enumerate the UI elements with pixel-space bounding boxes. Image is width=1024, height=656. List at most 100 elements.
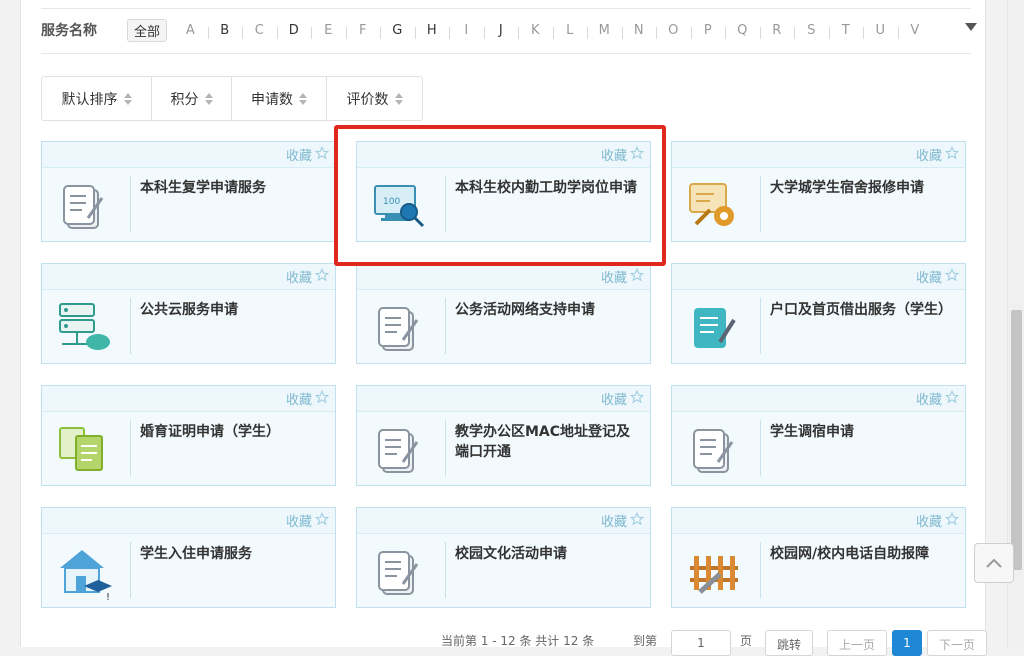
star-icon[interactable] xyxy=(629,267,645,286)
service-card[interactable]: 收藏 教学办公区MAC地址登记及端口开通 xyxy=(356,385,651,486)
star-icon[interactable] xyxy=(629,389,645,408)
sort-default-button[interactable]: 默认排序 xyxy=(42,77,152,120)
sort-arrows-icon xyxy=(394,92,403,105)
service-card[interactable]: 收藏 公务活动网络支持申请 xyxy=(356,263,651,364)
service-card[interactable]: 收藏 校园文化活动申请 xyxy=(356,507,651,608)
filter-letter-d[interactable]: D xyxy=(276,23,312,39)
page-number-input[interactable]: 1 xyxy=(671,630,731,656)
service-card[interactable]: 收藏 学生调宿申请 xyxy=(671,385,966,486)
favorite-label[interactable]: 收藏 xyxy=(601,389,627,408)
sort-arrows-icon xyxy=(204,92,213,105)
scrollbar-thumb[interactable] xyxy=(1011,310,1022,570)
favorite-label[interactable]: 收藏 xyxy=(601,267,627,286)
card-title[interactable]: 校园网/校内电话自助报障 xyxy=(770,544,958,564)
card-body: 户口及首页借出服务（学生） xyxy=(672,290,965,363)
filter-letter-g[interactable]: G xyxy=(380,23,415,39)
filter-letter-q[interactable]: Q xyxy=(725,23,760,39)
favorite-label[interactable]: 收藏 xyxy=(286,267,312,286)
service-card[interactable]: 收藏 100 本科生校内勤工助学岗位申请 xyxy=(356,141,651,242)
filter-letter-i[interactable]: I xyxy=(449,23,484,39)
filter-letter-b[interactable]: B xyxy=(207,23,243,39)
card-title[interactable]: 校园文化活动申请 xyxy=(455,544,643,564)
star-icon[interactable] xyxy=(944,511,960,530)
filter-letter-e[interactable]: E xyxy=(311,23,346,39)
card-title[interactable]: 教学办公区MAC地址登记及端口开通 xyxy=(455,422,643,462)
service-card[interactable]: 收藏 大学城学生宿舍报修申请 xyxy=(671,141,966,242)
service-card[interactable]: 收藏 婚育证明申请（学生） xyxy=(41,385,336,486)
filter-letter-u[interactable]: U xyxy=(863,23,898,39)
card-title[interactable]: 学生调宿申请 xyxy=(770,422,958,442)
filter-all-button[interactable]: 全部 xyxy=(127,18,168,42)
star-icon[interactable] xyxy=(629,511,645,530)
favorite-label[interactable]: 收藏 xyxy=(916,145,942,164)
filter-letter-r[interactable]: R xyxy=(759,23,795,39)
star-icon[interactable] xyxy=(314,145,330,164)
filter-letter-t[interactable]: T xyxy=(828,23,864,39)
back-to-top-button[interactable] xyxy=(974,543,1014,583)
filter-letter-l[interactable]: L xyxy=(552,23,588,39)
card-header: 收藏 xyxy=(357,508,650,534)
filter-letter-a[interactable]: A xyxy=(173,23,208,38)
filter-letter-v[interactable]: V xyxy=(897,23,933,39)
card-divider xyxy=(445,420,446,476)
service-card[interactable]: 收藏 本科生复学申请服务 xyxy=(41,141,336,242)
filter-letter-j[interactable]: J xyxy=(483,23,519,39)
favorite-label[interactable]: 收藏 xyxy=(916,389,942,408)
card-title[interactable]: 公务活动网络支持申请 xyxy=(455,300,643,320)
star-icon[interactable] xyxy=(944,145,960,164)
star-icon[interactable] xyxy=(944,267,960,286)
card-body: 校园网/校内电话自助报障 xyxy=(672,534,965,607)
card-title[interactable]: 本科生校内勤工助学岗位申请 xyxy=(455,178,643,198)
next-page-button[interactable]: 下一页 xyxy=(927,630,987,656)
card-divider xyxy=(445,542,446,598)
favorite-label[interactable]: 收藏 xyxy=(601,511,627,530)
card-header: 收藏 xyxy=(357,264,650,290)
filter-letter-s[interactable]: S xyxy=(794,23,829,39)
monitor-magnifier-icon: 100 xyxy=(369,176,429,236)
sort-points-button[interactable]: 积分 xyxy=(152,77,232,120)
filter-letter-c[interactable]: C xyxy=(242,23,277,39)
filter-letter-n[interactable]: N xyxy=(621,23,657,39)
jump-button[interactable]: 跳转 xyxy=(765,630,813,656)
filter-letter-f[interactable]: F xyxy=(345,23,381,39)
filter-letter-h[interactable]: H xyxy=(414,23,450,39)
card-title[interactable]: 婚育证明申请（学生） xyxy=(140,422,328,442)
star-icon[interactable] xyxy=(629,145,645,164)
card-title[interactable]: 公共云服务申请 xyxy=(140,300,328,320)
house-graduation-icon: ! xyxy=(54,542,114,603)
card-title[interactable]: 学生入住申请服务 xyxy=(140,544,328,564)
current-page-button[interactable]: 1 xyxy=(892,630,922,656)
card-title[interactable]: 户口及首页借出服务（学生） xyxy=(770,300,958,320)
card-header: 收藏 xyxy=(357,142,650,168)
service-card[interactable]: 收藏 公共云服务申请 xyxy=(41,263,336,364)
service-card[interactable]: 收藏 校园网/校内电话自助报障 xyxy=(671,507,966,608)
favorite-label[interactable]: 收藏 xyxy=(286,145,312,164)
sort-applications-button[interactable]: 申请数 xyxy=(232,77,327,120)
star-icon[interactable] xyxy=(314,389,330,408)
prev-page-button[interactable]: 上一页 xyxy=(827,630,887,656)
service-card[interactable]: 收藏 户口及首页借出服务（学生） xyxy=(671,263,966,364)
card-title[interactable]: 大学城学生宿舍报修申请 xyxy=(770,178,958,198)
card-divider xyxy=(130,542,131,598)
filter-letter-p[interactable]: P xyxy=(690,23,726,39)
pagination-summary: 当前第 1 - 12 条 共计 12 条 xyxy=(441,634,595,648)
favorite-label[interactable]: 收藏 xyxy=(916,267,942,286)
sort-reviews-button[interactable]: 评价数 xyxy=(327,77,422,120)
filter-letter-m[interactable]: M xyxy=(587,23,622,39)
favorite-label[interactable]: 收藏 xyxy=(286,389,312,408)
card-divider xyxy=(760,176,761,232)
expand-letters-icon[interactable] xyxy=(965,23,977,31)
filter-letter-k[interactable]: K xyxy=(518,23,553,39)
card-header: 收藏 xyxy=(672,264,965,290)
favorite-label[interactable]: 收藏 xyxy=(286,511,312,530)
star-icon[interactable] xyxy=(314,267,330,286)
svg-text:!: ! xyxy=(106,592,110,602)
favorite-label[interactable]: 收藏 xyxy=(601,145,627,164)
service-card[interactable]: 收藏 ! 学生入住申请服务 xyxy=(41,507,336,608)
filter-letter-o[interactable]: O xyxy=(656,23,691,39)
card-title[interactable]: 本科生复学申请服务 xyxy=(140,178,328,198)
star-icon[interactable] xyxy=(314,511,330,530)
favorite-label[interactable]: 收藏 xyxy=(916,511,942,530)
star-icon[interactable] xyxy=(944,389,960,408)
page-unit-label: 页 xyxy=(740,634,753,648)
